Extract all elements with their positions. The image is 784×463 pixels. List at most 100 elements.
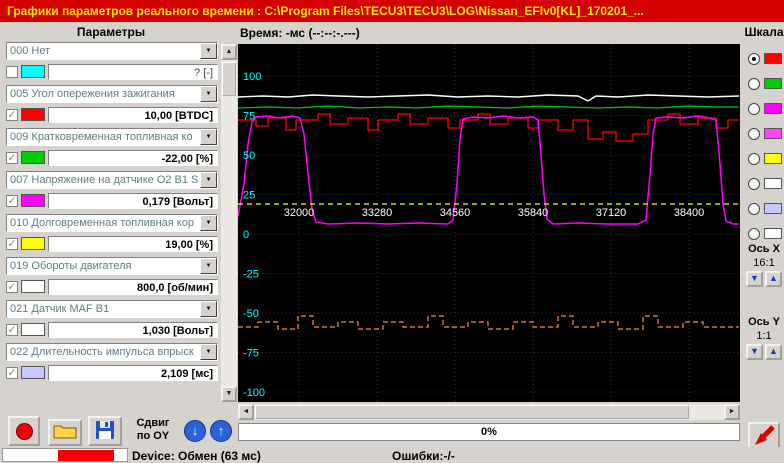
param-color-swatch[interactable] [21,280,45,293]
param-value-row: ✓ 10,00 [BTDC] [6,106,218,123]
param-color-swatch[interactable] [21,151,45,164]
scale-color-swatch [764,178,782,189]
arrow-down-icon: ↓ [192,423,199,438]
param-select-label: 009 Кратковременная топливная ко [7,129,200,145]
scale-item-6[interactable] [748,196,782,221]
chevron-down-icon[interactable]: ▼ [200,129,217,145]
device-status-text: Device: Обмен (63 мс) [132,449,261,463]
param-value-row: ? [-] [6,63,218,80]
param-color-swatch[interactable] [21,65,45,78]
scroll-right-button[interactable]: ► [724,404,740,420]
chevron-down-icon[interactable]: ▼ [200,43,217,59]
scale-radio[interactable] [748,128,760,140]
param-select-3[interactable]: 007 Напряжение на датчике O2 B1 S▼ [6,171,218,189]
shift-up-button[interactable]: ↑ [210,420,232,442]
param-select-7[interactable]: 022 Длительность импульса впрыск▼ [6,343,218,361]
param-visible-checkbox[interactable]: ✓ [6,238,18,250]
open-file-button[interactable] [48,419,82,446]
chevron-down-icon[interactable]: ▼ [200,86,217,102]
param-select-label: 019 Обороты двигателя [7,258,200,274]
axis-y-zoom-out-button[interactable]: ▼ [746,344,763,360]
param-color-swatch[interactable] [21,194,45,207]
scale-item-2[interactable] [748,96,782,121]
param-visible-checkbox[interactable]: ✓ [6,324,18,336]
vertical-scrollbar[interactable]: ▲ ▼ [221,44,237,402]
horizontal-scroll-thumb[interactable] [255,405,689,419]
param-current-value: -22,00 [%] [48,150,218,166]
param-color-swatch[interactable] [21,366,45,379]
param-value-row: ✓19,00 [%] [6,235,218,252]
axis-x-label: Ось X [744,243,784,255]
chevron-down-icon[interactable]: ▼ [200,301,217,317]
param-current-value: 10,00 [BTDC] [48,107,218,123]
scale-item-5[interactable] [748,171,782,196]
scale-radio[interactable] [748,53,760,65]
chart-area[interactable]: 1007550250-25-50-75-10032000332803456035… [238,44,740,402]
chevron-down-icon[interactable]: ▼ [200,215,217,231]
injection-pulse-trace [238,316,739,329]
save-button[interactable] [88,416,122,446]
param-select-1[interactable]: 005 Угол опережения зажигания▼ [6,85,218,103]
errors-status-text: Ошибки:-/- [392,449,455,463]
param-visible-checkbox[interactable]: ✓ [6,195,18,207]
x-axis-tick-label: 35840 [518,207,549,219]
shift-oy-label: Сдвиг по OY [126,417,180,443]
param-current-value: ? [-] [48,64,218,80]
param-visible-checkbox[interactable]: ✓ [6,109,18,121]
axis-x-zoom-in-button[interactable]: ▲ [765,271,782,287]
parameters-header: Параметры [4,25,218,39]
param-select-0[interactable]: 000 Нет▼ [6,42,218,60]
param-color-swatch[interactable] [21,237,45,250]
chevron-down-icon[interactable]: ▼ [200,258,217,274]
scale-item-1[interactable] [748,71,782,96]
param-select-6[interactable]: 021 Датчик MAF B1▼ [6,300,218,318]
scale-item-3[interactable] [748,121,782,146]
param-value-row: ✓0,179 [Вольт] [6,192,218,209]
scale-radio[interactable] [748,203,760,215]
param-visible-checkbox[interactable]: ✓ [6,367,18,379]
param-select-2[interactable]: 009 Кратковременная топливная ко▼ [6,128,218,146]
x-axis-tick-label: 33280 [362,207,393,219]
y-axis-tick-label: 50 [243,150,255,162]
scale-radio[interactable] [748,228,760,240]
x-axis-tick-label: 37120 [596,207,627,219]
param-visible-checkbox[interactable]: ✓ [6,281,18,293]
folder-icon [53,423,77,442]
scale-item-4[interactable] [748,146,782,171]
scroll-left-button[interactable]: ◄ [238,404,254,420]
scale-color-swatch [764,53,782,64]
axis-x-zoom-out-button[interactable]: ▼ [746,271,763,287]
chevron-down-icon[interactable]: ▼ [200,344,217,360]
param-visible-checkbox[interactable]: ✓ [6,152,18,164]
param-value-row: ✓800,0 [об/мин] [6,278,218,295]
scale-radio[interactable] [748,153,760,165]
chart-svg: 1007550250-25-50-75-10032000332803456035… [238,44,740,402]
shift-down-button[interactable]: ↓ [184,420,206,442]
record-button[interactable] [8,416,40,446]
param-value-row: ✓1,030 [Вольт] [6,321,218,338]
param-select-4[interactable]: 010 Долговременная топливная кор▼ [6,214,218,232]
scale-color-swatch [764,153,782,164]
vertical-scroll-thumb[interactable] [222,62,236,96]
axis-x-ratio: 16:1 [744,257,784,269]
scale-header: Шкала [744,25,784,39]
recording-indicator [58,450,114,461]
scale-radio[interactable] [748,78,760,90]
param-color-swatch[interactable] [21,108,45,121]
param-select-label: 010 Долговременная топливная кор [7,215,200,231]
param-select-5[interactable]: 019 Обороты двигателя▼ [6,257,218,275]
scroll-down-button[interactable]: ▼ [221,386,237,402]
y-axis-tick-label: -25 [243,269,259,281]
scroll-up-button[interactable]: ▲ [221,44,237,60]
time-title: Время: -мс (--:--:-.---) [240,26,360,40]
scale-radio[interactable] [748,103,760,115]
arrow-down-icon: ▼ [750,273,759,283]
scale-item-0[interactable] [748,46,782,71]
axis-y-zoom-in-button[interactable]: ▲ [765,344,782,360]
param-visible-checkbox[interactable] [6,66,18,78]
chevron-down-icon[interactable]: ▼ [200,172,217,188]
param-color-swatch[interactable] [21,323,45,336]
title-bar[interactable]: Графики параметров реального времени : C… [0,0,784,22]
scale-radio[interactable] [748,178,760,190]
horizontal-scrollbar[interactable]: ◄ ► [238,404,740,420]
